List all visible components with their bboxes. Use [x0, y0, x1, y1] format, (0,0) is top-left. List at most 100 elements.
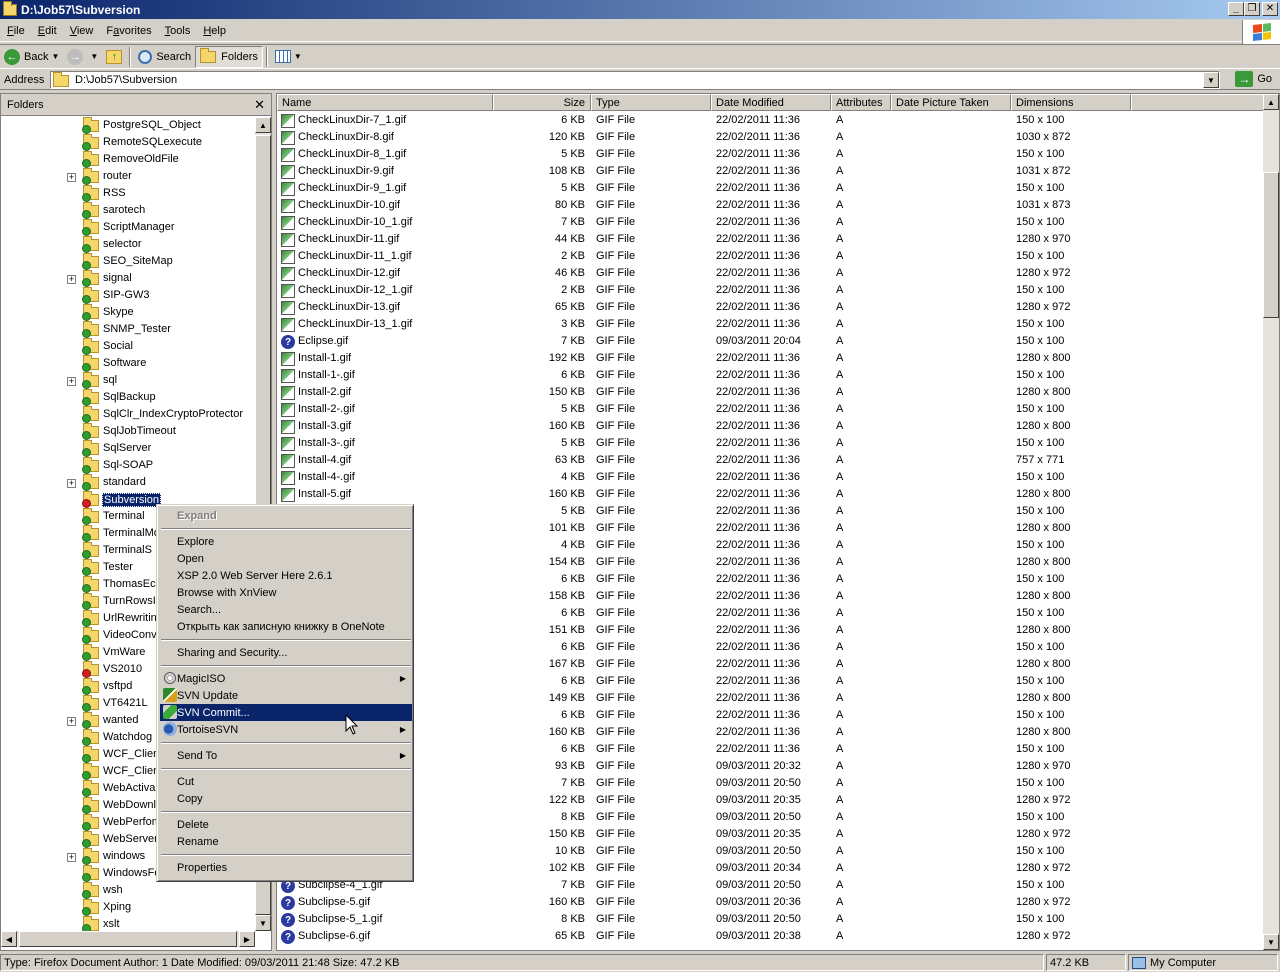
- column-header-type[interactable]: Type: [591, 94, 711, 111]
- menu-favorites[interactable]: Favorites: [100, 25, 157, 37]
- file-row[interactable]: Install-1-.gif 6 KB GIF File 22/02/2011 11:…: [277, 367, 1265, 384]
- file-row[interactable]: 158 KB GIF File 22/02/2011 11:36 A 1280 x 80…: [277, 588, 1265, 605]
- file-row[interactable]: ? Subclipse-5.gif 160 KB GIF File 09/03/2011…: [277, 894, 1265, 911]
- file-row[interactable]: CheckLinuxDir-13.gif 65 KB GIF File 22/02/2…: [277, 299, 1265, 316]
- tree-item[interactable]: selector: [1, 236, 255, 254]
- title-bar[interactable]: D:\Job57\Subversion _ ❐ ✕: [0, 0, 1280, 19]
- context-menu-cut[interactable]: Cut: [160, 773, 412, 790]
- folders-horizontal-scrollbar[interactable]: ◀ ▶: [1, 931, 255, 947]
- chevron-down-icon[interactable]: ▼: [90, 52, 98, 61]
- tree-item[interactable]: Sql-SOAP: [1, 457, 255, 475]
- context-menu-search[interactable]: Search...: [160, 601, 412, 618]
- scroll-thumb[interactable]: [1263, 172, 1279, 318]
- tree-item[interactable]: SqlBackup: [1, 389, 255, 407]
- menu-tools[interactable]: Tools: [159, 25, 197, 37]
- search-button[interactable]: Search: [134, 46, 195, 68]
- file-row[interactable]: 4 KB GIF File 22/02/2011 11:36 A 150 x 100: [277, 537, 1265, 554]
- context-menu-magiciso[interactable]: MagicISO ▶: [160, 670, 412, 687]
- tree-item[interactable]: + router: [1, 168, 255, 186]
- tree-item[interactable]: SqlServer: [1, 440, 255, 458]
- column-header-dimensions[interactable]: Dimensions: [1011, 94, 1131, 111]
- column-header-date-picture-taken[interactable]: Date Picture Taken: [891, 94, 1011, 111]
- scroll-thumb[interactable]: [19, 931, 237, 947]
- file-row[interactable]: 6 KB GIF File 22/02/2011 11:36 A 150 x 100: [277, 639, 1265, 656]
- file-row[interactable]: CheckLinuxDir-7_1.gif 6 KB GIF File 22/02/2…: [277, 112, 1265, 129]
- file-row[interactable]: CheckLinuxDir-10.gif 80 KB GIF File 22/02/2…: [277, 197, 1265, 214]
- file-row[interactable]: 167 KB GIF File 22/02/2011 11:36 A 1280 x 80…: [277, 656, 1265, 673]
- expand-icon[interactable]: +: [67, 173, 76, 182]
- file-row[interactable]: ? Subclipse-6.gif 65 KB GIF File 09/03/2011 …: [277, 928, 1265, 945]
- file-row[interactable]: 8 KB GIF File 09/03/2011 20:50 A 150 x 100: [277, 809, 1265, 826]
- tree-item[interactable]: Software: [1, 355, 255, 373]
- scroll-right-button[interactable]: ▶: [239, 931, 255, 947]
- context-menu-sharing-and-security[interactable]: Sharing and Security...: [160, 644, 412, 661]
- file-row[interactable]: 6 KB GIF File 22/02/2011 11:36 A 150 x 100: [277, 707, 1265, 724]
- context-menu-send-to[interactable]: Send To ▶: [160, 747, 412, 764]
- tree-item[interactable]: Social: [1, 338, 255, 356]
- context-menu-rename[interactable]: Rename: [160, 833, 412, 850]
- views-button[interactable]: ▼: [271, 46, 306, 68]
- tree-item[interactable]: + signal: [1, 270, 255, 288]
- forward-button[interactable]: → ▼: [63, 46, 102, 68]
- file-row[interactable]: 149 KB GIF File 22/02/2011 11:36 A 1280 x 80…: [277, 690, 1265, 707]
- tree-item[interactable]: + standard: [1, 474, 255, 492]
- file-row[interactable]: Install-5.gif 160 KB GIF File 22/02/2011 11…: [277, 486, 1265, 503]
- file-row[interactable]: 10 KB GIF File 09/03/2011 20:50 A 150 x 100: [277, 843, 1265, 860]
- context-menu-properties[interactable]: Properties: [160, 859, 412, 876]
- file-row[interactable]: 151 KB GIF File 22/02/2011 11:36 A 1280 x 80…: [277, 622, 1265, 639]
- file-row[interactable]: CheckLinuxDir-8.gif 120 KB GIF File 22/02/2…: [277, 129, 1265, 146]
- file-row[interactable]: CheckLinuxDir-11.gif 44 KB GIF File 22/02/2…: [277, 231, 1265, 248]
- back-button[interactable]: ← Back ▼: [0, 46, 63, 68]
- file-row[interactable]: 101 KB GIF File 22/02/2011 11:36 A 1280 x 80…: [277, 520, 1265, 537]
- file-row[interactable]: 93 KB GIF File 09/03/2011 20:32 A 1280 x 970: [277, 758, 1265, 775]
- scroll-up-button[interactable]: ▲: [1263, 94, 1279, 110]
- file-row[interactable]: CheckLinuxDir-9.gif 108 KB GIF File 22/02/2…: [277, 163, 1265, 180]
- expand-icon[interactable]: +: [67, 479, 76, 488]
- tree-item[interactable]: PostgreSQL_Object: [1, 117, 255, 135]
- context-menu-open[interactable]: Open: [160, 550, 412, 567]
- tree-item[interactable]: sarotech: [1, 202, 255, 220]
- close-button[interactable]: ✕: [1262, 2, 1278, 16]
- tree-item[interactable]: xslt: [1, 916, 255, 931]
- tree-item[interactable]: SIP-GW3: [1, 287, 255, 305]
- up-button[interactable]: ↑: [102, 46, 126, 68]
- file-row[interactable]: 6 KB GIF File 22/02/2011 11:36 A 150 x 100: [277, 571, 1265, 588]
- file-row[interactable]: CheckLinuxDir-9_1.gif 5 KB GIF File 22/02/2…: [277, 180, 1265, 197]
- file-row[interactable]: Install-3.gif 160 KB GIF File 22/02/2011 11…: [277, 418, 1265, 435]
- menu-view[interactable]: View: [64, 25, 100, 37]
- file-row[interactable]: CheckLinuxDir-8_1.gif 5 KB GIF File 22/02/2…: [277, 146, 1265, 163]
- tree-item[interactable]: RemoveOldFile: [1, 151, 255, 169]
- file-row[interactable]: CheckLinuxDir-12.gif 46 KB GIF File 22/02/2…: [277, 265, 1265, 282]
- tree-item[interactable]: + sql: [1, 372, 255, 390]
- scroll-down-button[interactable]: ▼: [1263, 934, 1279, 950]
- tree-item[interactable]: RemoteSQLexecute: [1, 134, 255, 152]
- column-header-date-modified[interactable]: Date Modified: [711, 94, 831, 111]
- file-row[interactable]: Install-2-.gif 5 KB GIF File 22/02/2011 11:…: [277, 401, 1265, 418]
- menu-file[interactable]: File: [1, 25, 31, 37]
- file-row[interactable]: ? Eclipse.gif 7 KB GIF File 09/03/2011 20:04…: [277, 333, 1265, 350]
- file-row[interactable]: CheckLinuxDir-10_1.gif 7 KB GIF File 22/02/…: [277, 214, 1265, 231]
- tree-item[interactable]: SNMP_Tester: [1, 321, 255, 339]
- file-row[interactable]: 150 KB GIF File 09/03/2011 20:35 A 1280 x 97…: [277, 826, 1265, 843]
- file-row[interactable]: Install-3-.gif 5 KB GIF File 22/02/2011 11:…: [277, 435, 1265, 452]
- menu-edit[interactable]: Edit: [32, 25, 63, 37]
- file-row[interactable]: Install-2.gif 150 KB GIF File 22/02/2011 11…: [277, 384, 1265, 401]
- scroll-down-button[interactable]: ▼: [255, 915, 271, 931]
- file-row[interactable]: Install-1.gif 192 KB GIF File 22/02/2011 11…: [277, 350, 1265, 367]
- tree-item[interactable]: SqlClr_IndexCryptoProtector: [1, 406, 255, 424]
- context-menu-svn-update[interactable]: SVN Update: [160, 687, 412, 704]
- restore-button[interactable]: ❐: [1244, 2, 1260, 16]
- context-menu-copy[interactable]: Copy: [160, 790, 412, 807]
- scroll-up-button[interactable]: ▲: [255, 117, 271, 133]
- tree-item[interactable]: Skype: [1, 304, 255, 322]
- file-row[interactable]: 102 KB GIF File 09/03/2011 20:34 A 1280 x 97…: [277, 860, 1265, 877]
- file-row[interactable]: CheckLinuxDir-13_1.gif 3 KB GIF File 22/02/…: [277, 316, 1265, 333]
- file-list-vertical-scrollbar[interactable]: ▲ ▼: [1263, 94, 1279, 950]
- column-header-size[interactable]: Size: [493, 94, 591, 111]
- file-row[interactable]: ? Subclipse-4_1.gif 7 KB GIF File 09/03/2011…: [277, 877, 1265, 894]
- file-row[interactable]: 154 KB GIF File 22/02/2011 11:36 A 1280 x 80…: [277, 554, 1265, 571]
- context-menu-xsp-2-0-web-server-here-2-6-1[interactable]: XSP 2.0 Web Server Here 2.6.1: [160, 567, 412, 584]
- expand-icon[interactable]: +: [67, 275, 76, 284]
- tree-item[interactable]: RSS: [1, 185, 255, 203]
- file-row[interactable]: Install-4.gif 63 KB GIF File 22/02/2011 11:…: [277, 452, 1265, 469]
